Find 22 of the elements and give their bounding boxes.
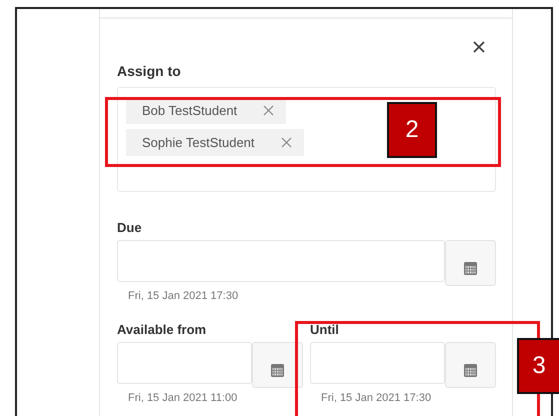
close-icon[interactable]: [473, 41, 485, 53]
calendar-icon: [463, 260, 478, 276]
field-label: Until: [310, 322, 340, 337]
date-hint: Fri, 15 Jan 2021 17:30: [128, 290, 240, 302]
date-field[interactable]: [310, 342, 445, 384]
student-chip[interactable]: Sophie TestStudent: [126, 129, 304, 156]
calendar-button[interactable]: [252, 342, 303, 388]
field-label: Due: [117, 220, 143, 235]
calendar-icon: [270, 362, 285, 378]
callout-number: 2: [387, 102, 437, 158]
field-label: Available from: [117, 322, 208, 337]
date-field[interactable]: [117, 342, 252, 384]
date-hint: Fri, 15 Jan 2021 11:00: [128, 392, 238, 404]
field-label: Assign to: [117, 63, 182, 79]
calendar-button[interactable]: [445, 342, 496, 388]
calendar-icon: [463, 362, 478, 378]
calendar-button[interactable]: [445, 240, 496, 286]
callout-number: 3: [517, 338, 559, 394]
remove-icon[interactable]: [263, 105, 274, 116]
remove-icon[interactable]: [280, 137, 292, 148]
date-field[interactable]: [117, 240, 445, 282]
date-hint: Fri, 15 Jan 2021 17:30: [321, 392, 432, 404]
